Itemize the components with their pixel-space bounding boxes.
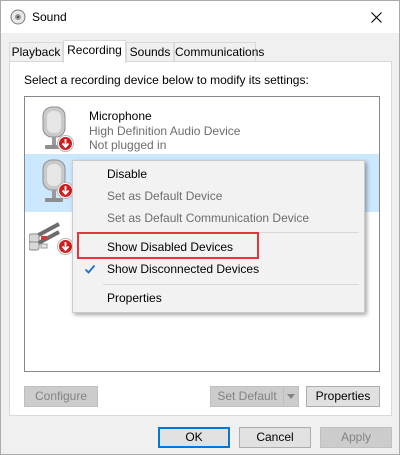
- window-title: Sound: [32, 10, 67, 24]
- set-default-button[interactable]: Set Default: [210, 386, 284, 407]
- tab-communications[interactable]: Communications: [174, 42, 264, 62]
- cancel-button[interactable]: Cancel: [239, 427, 311, 448]
- menu-item-show-disconnected-devices[interactable]: Show Disconnected Devices: [75, 258, 362, 280]
- menu-item-set-default-device[interactable]: Set as Default Device: [75, 185, 362, 207]
- apply-button[interactable]: Apply: [320, 427, 392, 448]
- chevron-down-icon: [287, 394, 295, 399]
- configure-button[interactable]: Configure: [24, 386, 98, 407]
- menu-item-disable[interactable]: Disable: [75, 163, 362, 185]
- close-icon: [370, 11, 382, 23]
- ok-button[interactable]: OK: [158, 427, 230, 448]
- menu-item-properties[interactable]: Properties: [75, 287, 362, 309]
- menu-item-set-default-communication-device[interactable]: Set as Default Communication Device: [75, 207, 362, 229]
- device-name: Microphone: [89, 109, 152, 123]
- menu-separator: [103, 284, 359, 285]
- checkmark-icon: [84, 264, 96, 274]
- tab-playback[interactable]: Playback: [9, 42, 63, 62]
- title-bar: Sound: [1, 1, 399, 33]
- tab-sounds[interactable]: Sounds: [126, 42, 174, 62]
- device-driver: High Definition Audio Device: [89, 124, 241, 138]
- close-button[interactable]: [353, 1, 399, 33]
- menu-separator: [103, 232, 359, 233]
- tab-recording[interactable]: Recording: [63, 40, 126, 63]
- instruction-text: Select a recording device below to modif…: [24, 73, 309, 87]
- device-status: Not plugged in: [89, 138, 167, 152]
- properties-button[interactable]: Properties: [306, 386, 380, 407]
- context-menu: Disable Set as Default Device Set as Def…: [72, 160, 365, 313]
- menu-item-label: Show Disconnected Devices: [107, 262, 260, 276]
- set-default-dropdown[interactable]: [283, 386, 299, 407]
- menu-item-show-disabled-devices[interactable]: Show Disabled Devices: [75, 236, 362, 258]
- device-row-microphone[interactable]: Microphone High Definition Audio Device …: [25, 101, 379, 159]
- speaker-icon: [10, 9, 26, 25]
- unplugged-arrow-icon: [57, 135, 74, 152]
